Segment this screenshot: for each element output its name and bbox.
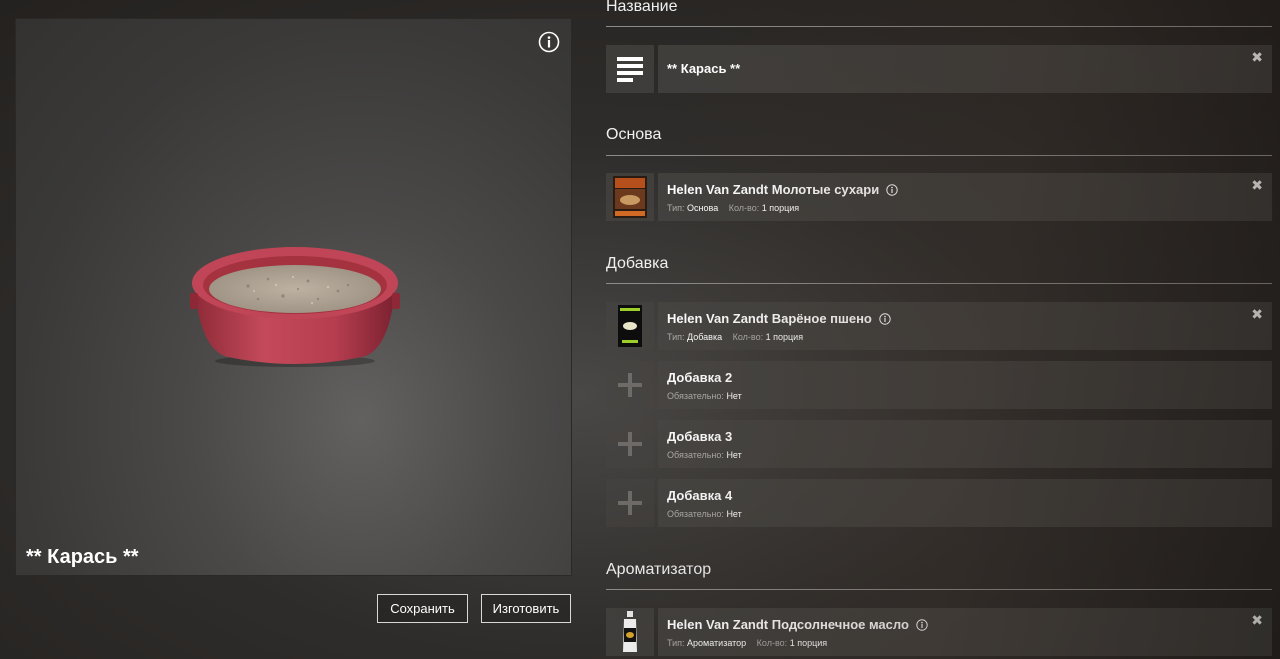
recipe-name-value: ** Карась ** — [667, 61, 741, 76]
type-value: Добавка — [687, 332, 723, 342]
text-lines-icon — [617, 57, 643, 82]
qty-value: 1 порция — [765, 332, 804, 342]
flavor-item-thumb[interactable] — [606, 608, 654, 656]
flavor-item-title: Helen Van Zandt Подсолнечное масло — [667, 617, 928, 632]
remove-base-icon[interactable]: ✖ — [1251, 178, 1263, 192]
section-title-additive: Добавка — [606, 255, 669, 272]
add-additive-3-button[interactable] — [606, 420, 654, 468]
remove-additive-icon[interactable]: ✖ — [1251, 307, 1263, 321]
required-label: Обязательно: — [667, 450, 724, 460]
qty-label: Кол-во: — [756, 638, 788, 648]
groundbait-bowl-image — [190, 247, 400, 367]
plus-icon — [618, 491, 642, 515]
millet-pack-icon — [618, 305, 642, 347]
breadcrumbs-bag-icon — [613, 176, 647, 218]
qty-label: Кол-во: — [728, 203, 760, 213]
qty-value: 1 порция — [761, 203, 800, 213]
info-icon[interactable] — [879, 312, 891, 325]
recipe-name-label: ** Карась ** — [26, 546, 139, 568]
type-label: Тип: — [667, 203, 685, 213]
add-additive-2-button[interactable] — [606, 361, 654, 409]
additive-3-slot[interactable]: Добавка 3 Обязательно: Нет — [658, 420, 1272, 468]
section-title-base: Основа — [606, 126, 662, 143]
additive-2-slot[interactable]: Добавка 2 Обязательно: Нет — [658, 361, 1272, 409]
info-icon[interactable] — [538, 31, 560, 53]
oil-bottle-icon — [623, 611, 637, 652]
additive-item-details: Тип: Добавка Кол-во: 1 порция — [667, 332, 803, 342]
flavor-item-details: Тип: Ароматизатор Кол-во: 1 порция — [667, 638, 827, 648]
additive-3-name: Добавка 3 — [667, 429, 733, 444]
additive-4-name: Добавка 4 — [667, 488, 733, 503]
plus-icon — [618, 373, 642, 397]
flavor-item-name: Helen Van Zandt Подсолнечное масло — [667, 617, 909, 632]
required-value: Нет — [726, 450, 742, 460]
type-label: Тип: — [667, 638, 685, 648]
divider — [606, 155, 1272, 156]
recipe-name-field[interactable]: ** Карась ** ✖ — [658, 45, 1272, 93]
base-item-slot[interactable]: Helen Van Zandt Молотые сухари Тип: Осно… — [658, 173, 1272, 221]
divider — [606, 589, 1272, 590]
remove-flavor-icon[interactable]: ✖ — [1251, 613, 1263, 627]
base-item-details: Тип: Основа Кол-во: 1 порция — [667, 203, 799, 213]
type-value: Основа — [687, 203, 719, 213]
plus-icon — [618, 432, 642, 456]
type-label: Тип: — [667, 332, 685, 342]
section-title-name: Название — [606, 0, 678, 15]
name-edit-thumb[interactable] — [606, 45, 654, 93]
qty-label: Кол-во: — [732, 332, 764, 342]
qty-value: 1 порция — [789, 638, 828, 648]
required-label: Обязательно: — [667, 509, 724, 519]
additive-item-name: Helen Van Zandt Варёное пшено — [667, 311, 872, 326]
save-button[interactable]: Сохранить — [377, 594, 468, 623]
clear-name-icon[interactable]: ✖ — [1251, 50, 1263, 64]
base-item-name: Helen Van Zandt Молотые сухари — [667, 182, 880, 197]
additive-item-thumb[interactable] — [606, 302, 654, 350]
recipe-preview-panel: ** Карась ** — [15, 18, 572, 576]
required-value: Нет — [726, 391, 742, 401]
additive-3-details: Обязательно: Нет — [667, 450, 742, 460]
additive-4-slot[interactable]: Добавка 4 Обязательно: Нет — [658, 479, 1272, 527]
additive-item-title: Helen Van Zandt Варёное пшено — [667, 311, 891, 326]
base-item-thumb[interactable] — [606, 173, 654, 221]
type-value: Ароматизатор — [687, 638, 747, 648]
additive-item-slot[interactable]: Helen Van Zandt Варёное пшено Тип: Добав… — [658, 302, 1272, 350]
flavor-item-slot[interactable]: Helen Van Zandt Подсолнечное масло Тип: … — [658, 608, 1272, 656]
base-item-title: Helen Van Zandt Молотые сухари — [667, 182, 898, 197]
divider — [606, 26, 1272, 27]
info-icon[interactable] — [886, 183, 898, 196]
add-additive-4-button[interactable] — [606, 479, 654, 527]
info-icon[interactable] — [916, 618, 928, 631]
additive-2-details: Обязательно: Нет — [667, 391, 742, 401]
section-title-flavor: Ароматизатор — [606, 561, 712, 578]
additive-2-name: Добавка 2 — [667, 370, 733, 385]
required-label: Обязательно: — [667, 391, 724, 401]
craft-button[interactable]: Изготовить — [481, 594, 571, 623]
additive-4-details: Обязательно: Нет — [667, 509, 742, 519]
divider — [606, 283, 1272, 284]
required-value: Нет — [726, 509, 742, 519]
